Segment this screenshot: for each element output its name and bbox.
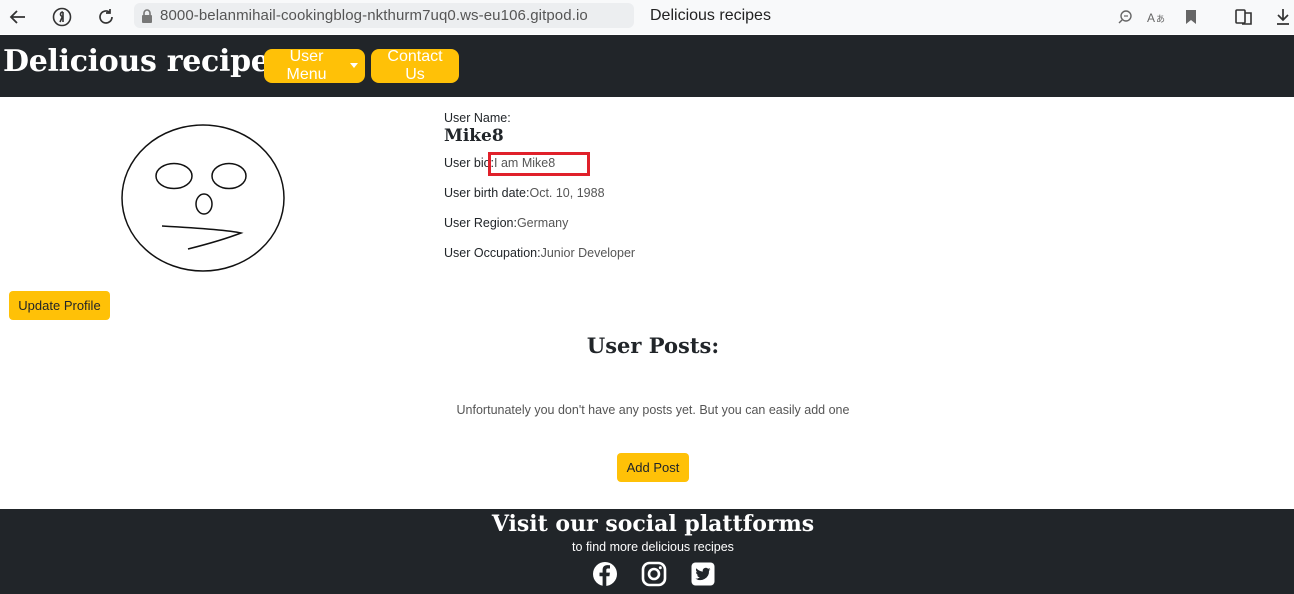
browser-toolbar: 8000-belanmihail-cookingblog-nkthurm7uq0… <box>0 0 1294 34</box>
instagram-icon[interactable] <box>641 561 667 587</box>
add-post-button[interactable]: Add Post <box>617 453 689 482</box>
user-occupation-value: Junior Developer <box>540 246 636 260</box>
user-birth-row: User birth date:Oct. 10, 1988 <box>444 186 605 200</box>
svg-text:あ: あ <box>1156 14 1165 24</box>
bio-highlight-box <box>488 152 590 176</box>
reload-icon[interactable] <box>93 4 119 30</box>
profile-avatar <box>121 124 285 272</box>
lock-icon <box>134 8 160 23</box>
user-name-value: Mike8 <box>444 126 504 146</box>
collections-icon[interactable] <box>1231 4 1257 30</box>
facebook-icon[interactable] <box>592 561 618 587</box>
user-region-label: User Region: <box>444 216 517 230</box>
contact-us-label: Contact Us <box>387 48 443 83</box>
user-birth-value: Oct. 10, 1988 <box>529 186 605 200</box>
download-icon[interactable] <box>1270 4 1294 30</box>
brand-title[interactable]: Delicious recipes <box>3 44 286 79</box>
twitter-icon[interactable] <box>690 561 716 587</box>
footer-title: Visit our social plattforms <box>491 511 815 537</box>
svg-text:A: A <box>1147 11 1155 25</box>
user-occupation-label: User Occupation: <box>444 246 541 260</box>
address-url: 8000-belanmihail-cookingblog-nkthurm7uq0… <box>160 7 588 24</box>
user-bio-label: User bio: <box>444 156 495 170</box>
user-name-label: User Name: <box>444 111 511 125</box>
no-posts-message: Unfortunately you don't have any posts y… <box>456 403 850 417</box>
address-bar[interactable]: 8000-belanmihail-cookingblog-nkthurm7uq0… <box>134 3 634 28</box>
user-region-row: User Region:Germany <box>444 216 568 230</box>
contact-us-button[interactable]: Contact Us <box>371 48 459 83</box>
user-menu-dropdown[interactable]: User Menu <box>264 48 365 83</box>
update-profile-button[interactable]: Update Profile <box>9 291 110 320</box>
yandex-icon[interactable] <box>49 4 75 30</box>
bookmark-icon[interactable] <box>1178 4 1204 30</box>
back-arrow-icon[interactable] <box>5 4 31 30</box>
user-occupation-row: User Occupation:Junior Developer <box>444 246 635 260</box>
user-menu-label: User Menu <box>286 48 327 83</box>
translate-icon[interactable]: Aあ <box>1143 4 1169 30</box>
user-region-value: Germany <box>516 216 569 230</box>
caret-down-icon <box>350 62 358 68</box>
tab-title: Delicious recipes <box>650 7 771 24</box>
site-navbar: Delicious recipes User Menu Contact Us <box>0 35 1294 97</box>
site-footer: Visit our social plattforms to find more… <box>0 509 1294 594</box>
footer-subtitle: to find more delicious recipes <box>572 540 734 554</box>
user-posts-heading: User Posts: <box>586 333 720 358</box>
user-birth-label: User birth date: <box>444 186 530 200</box>
zoom-icon[interactable] <box>1112 4 1138 30</box>
